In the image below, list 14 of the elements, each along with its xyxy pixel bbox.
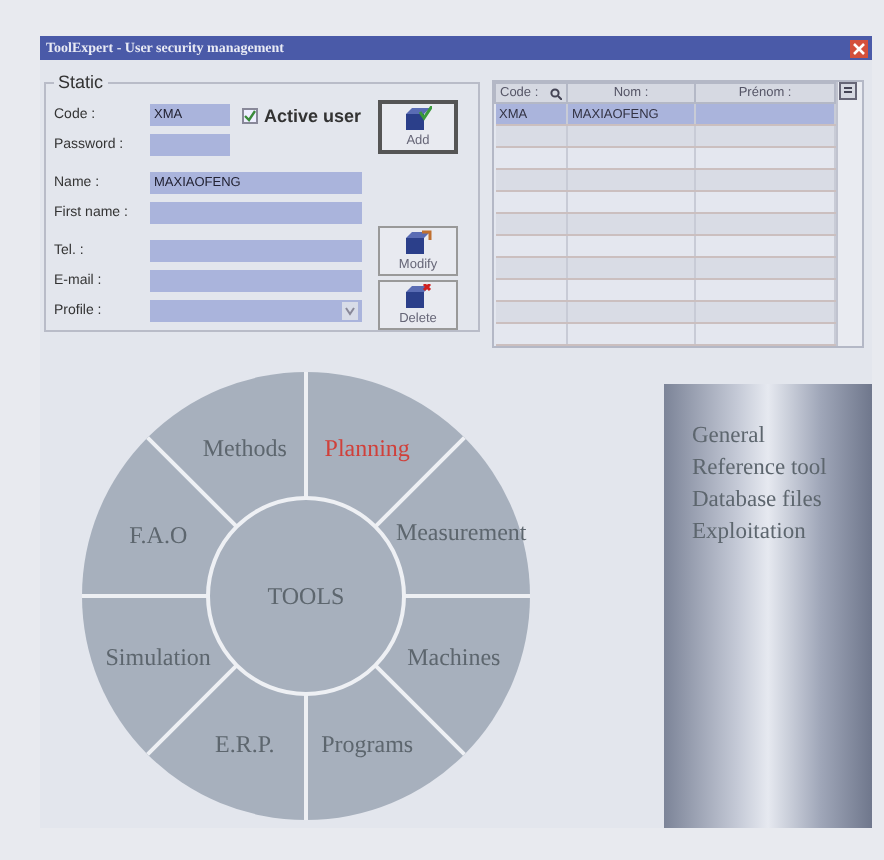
group-title: Static [56,72,106,92]
menu-item[interactable]: Reference tool [692,456,864,480]
checkbox-label: Active user [264,105,362,125]
wheel-segment-label[interactable]: Planning [324,434,410,463]
menu-item[interactable]: Exploitation [692,520,864,544]
wheel-segment-label[interactable]: Programs [321,729,414,758]
wheel-segment-label[interactable]: Machines [407,643,501,672]
wheel-center-label: TOOLS [267,582,345,610]
wheel-segment-label[interactable]: E.R.P. [215,729,275,758]
menu-item[interactable]: General [692,424,864,448]
menu-item[interactable]: Database files [692,488,864,512]
wheel-segment-label[interactable]: Simulation [105,643,211,672]
wheel-segment-label[interactable]: F.A.O [129,520,188,549]
wheel-segment-label[interactable]: Methods [202,434,287,463]
